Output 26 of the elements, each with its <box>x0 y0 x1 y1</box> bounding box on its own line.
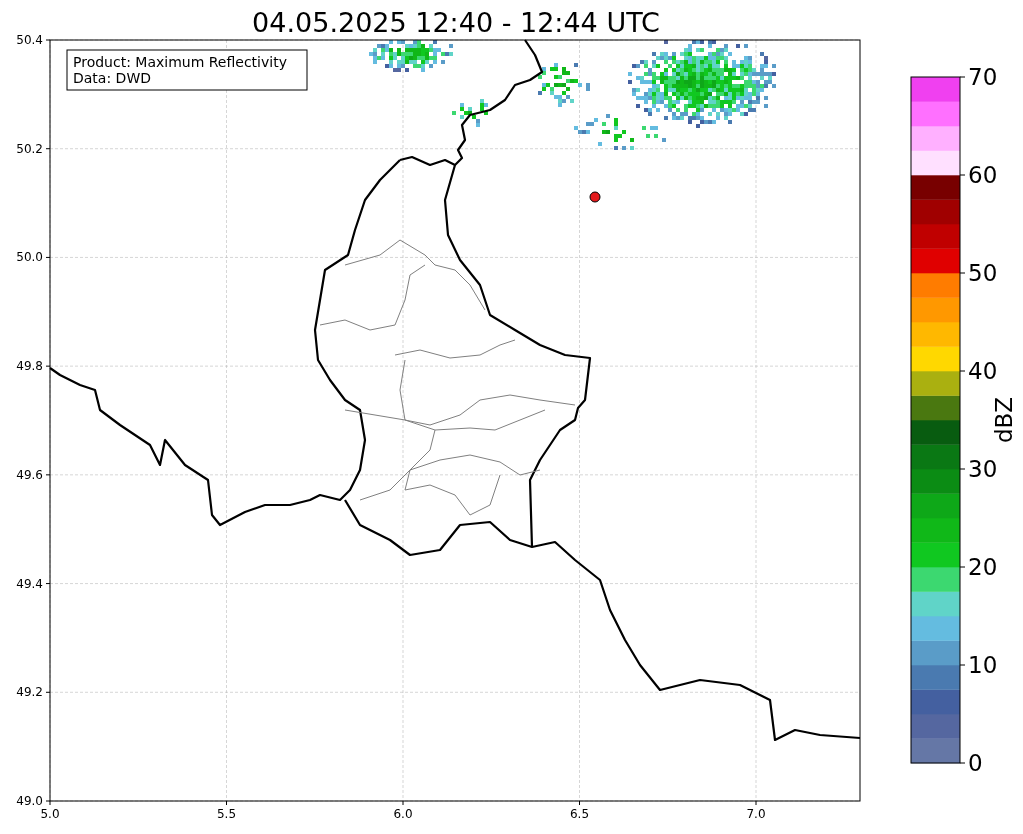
y-tick-label: 49.6 <box>16 467 43 482</box>
colorbar-tick-label: 0 <box>968 750 983 776</box>
x-tick-label: 5.5 <box>216 807 237 821</box>
y-tick-label: 50.0 <box>16 250 43 265</box>
annotation-text: Data: DWD <box>73 70 151 86</box>
y-tick-label: 49.2 <box>16 685 43 700</box>
location-marker <box>589 191 601 203</box>
x-tick-label: 5.0 <box>40 807 60 821</box>
x-tick-label: 6.0 <box>393 807 413 821</box>
colorbar-tick-label: 70 <box>968 64 998 90</box>
colorbar-tick-label: 20 <box>968 554 998 580</box>
colorbar-label: dBZ <box>991 396 1017 444</box>
y-tick-label: 50.2 <box>16 141 43 156</box>
colorbar-tick-label: 50 <box>968 260 998 286</box>
colorbar-tick-label: 60 <box>968 162 998 188</box>
colorbar-tick-label: 30 <box>968 456 998 482</box>
x-tick-label: 6.5 <box>569 807 590 821</box>
colorbar-tick-label: 10 <box>968 652 998 678</box>
y-tick-label: 49.0 <box>16 794 43 808</box>
colorbar-tick-label: 40 <box>968 358 998 384</box>
y-tick-label: 49.8 <box>16 359 43 374</box>
y-tick-label: 49.4 <box>16 576 43 591</box>
annotation-text: Product: Maximum Reflectivity <box>73 54 287 70</box>
x-tick-label: 7.0 <box>746 807 766 821</box>
y-tick-label: 50.4 <box>16 33 43 47</box>
chart-title: 04.05.2025 12:40 - 12:44 UTC <box>252 7 660 38</box>
